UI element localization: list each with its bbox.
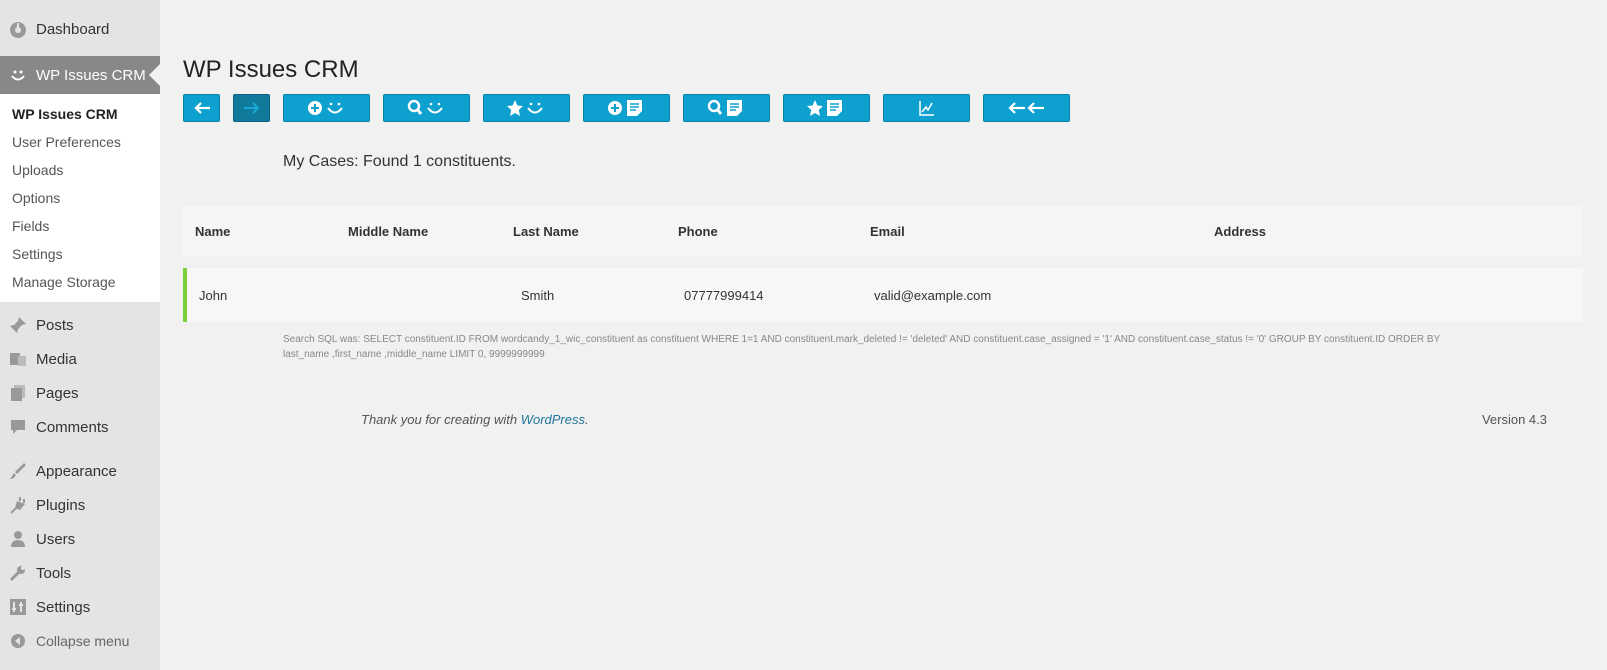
menu-dashboard-label: Dashboard (36, 20, 110, 38)
chart-icon (918, 101, 934, 116)
submenu-item-uploads[interactable]: Uploads (0, 156, 160, 184)
menu-plugins[interactable]: Plugins (0, 488, 160, 522)
favorite-issue-icon (806, 100, 842, 116)
pin-icon (8, 315, 28, 335)
submenu-item-wp-issues-crm[interactable]: WP Issues CRM (0, 100, 160, 128)
menu-pages-label: Pages (36, 384, 79, 402)
cell-name: John (199, 287, 228, 303)
column-header-phone: Phone (678, 223, 718, 239)
menu-plugins-label: Plugins (36, 496, 86, 514)
collapse-icon (8, 631, 28, 651)
menu-settings[interactable]: Settings (0, 590, 160, 624)
submenu-item-user-preferences[interactable]: User Preferences (0, 128, 160, 156)
wrench-icon (8, 563, 28, 583)
menu-tools-label: Tools (36, 564, 72, 582)
brush-icon (8, 461, 28, 481)
menu-pages[interactable]: Pages (0, 376, 160, 410)
table-row[interactable]: John Smith 07777999414 valid@example.com (183, 268, 1583, 322)
comment-icon (8, 417, 28, 437)
menu-wp-issues-crm[interactable]: WP Issues CRM (0, 56, 160, 94)
page-title: WP Issues CRM (183, 56, 359, 84)
menu-settings-label: Settings (36, 598, 91, 616)
main-content: WP Issues CRM My Cases: Found 1 constitu… (183, 0, 1607, 670)
menu-appearance[interactable]: Appearance (0, 454, 160, 488)
collapse-menu-button[interactable]: Collapse menu (0, 624, 160, 658)
search-constituent-button[interactable] (383, 94, 470, 122)
plug-icon (8, 495, 28, 515)
pages-icon (8, 383, 28, 403)
table-header-row: Name Middle Name Last Name Phone Email A… (183, 206, 1583, 256)
column-header-email: Email (870, 223, 905, 239)
chart-button[interactable] (883, 94, 970, 122)
crm-toolbar (183, 94, 1083, 122)
menu-users[interactable]: Users (0, 522, 160, 556)
arrow-right-icon (243, 102, 260, 114)
menu-comments[interactable]: Comments (0, 410, 160, 444)
user-icon (8, 529, 28, 549)
footer-thanks-prefix: Thank you for creating with (361, 412, 521, 427)
column-header-address: Address (1214, 223, 1267, 239)
favorite-constituent-icon (506, 100, 543, 116)
forward-button[interactable] (233, 94, 270, 122)
menu-media[interactable]: Media (0, 342, 160, 376)
back-button[interactable] (183, 94, 220, 122)
new-issue-icon (607, 100, 642, 116)
submenu-item-manage-storage[interactable]: Manage Storage (0, 268, 160, 296)
new-constituent-icon (307, 101, 343, 115)
favorite-constituent-button[interactable] (483, 94, 570, 122)
double-arrow-left-icon (1007, 102, 1044, 114)
cell-email: valid@example.com (874, 287, 992, 303)
submenu-item-fields[interactable]: Fields (0, 212, 160, 240)
menu-comments-label: Comments (36, 418, 109, 436)
menu-wp-issues-crm-label: WP Issues CRM (36, 66, 146, 84)
footer-thanks: Thank you for creating with WordPress. (361, 412, 589, 427)
search-constituent-icon (407, 99, 443, 115)
smile-icon (8, 65, 28, 85)
search-issue-icon (707, 99, 742, 116)
footer-version: Version 4.3 (1481, 412, 1547, 427)
submenu-item-settings[interactable]: Settings (0, 240, 160, 268)
search-sql-text: Search SQL was: SELECT constituent.ID FR… (283, 334, 1441, 360)
results-count-text: My Cases: Found 1 constituents. (283, 153, 516, 170)
menu-users-label: Users (36, 530, 76, 548)
wordpress-link[interactable]: WordPress (521, 412, 585, 427)
admin-sidebar: Dashboard WP Issues CRM WP Issues CRM Us… (0, 0, 160, 670)
favorite-issue-button[interactable] (783, 94, 870, 122)
column-header-name: Name (195, 223, 231, 239)
footer-thanks-suffix: . (585, 412, 589, 427)
double-back-button[interactable] (983, 94, 1070, 122)
menu-posts[interactable]: Posts (0, 308, 160, 342)
settings-icon (8, 597, 28, 617)
results-table: Name Middle Name Last Name Phone Email A… (183, 206, 1583, 322)
cell-phone: 07777999414 (684, 287, 764, 303)
cell-last-name: Smith (521, 287, 555, 303)
arrow-left-icon (193, 102, 210, 114)
menu-appearance-label: Appearance (36, 462, 117, 480)
dashboard-icon (8, 19, 28, 39)
menu-posts-label: Posts (36, 316, 74, 334)
menu-media-label: Media (36, 350, 77, 368)
new-issue-button[interactable] (583, 94, 670, 122)
submenu-item-options[interactable]: Options (0, 184, 160, 212)
menu-tools[interactable]: Tools (0, 556, 160, 590)
crm-submenu: WP Issues CRM User Preferences Uploads O… (0, 94, 160, 302)
column-header-last-name: Last Name (513, 223, 579, 239)
column-header-middle-name: Middle Name (348, 223, 429, 239)
media-icon (8, 349, 28, 369)
menu-dashboard[interactable]: Dashboard (0, 12, 160, 46)
new-constituent-button[interactable] (283, 94, 370, 122)
search-issue-button[interactable] (683, 94, 770, 122)
collapse-menu-label: Collapse menu (36, 633, 130, 649)
